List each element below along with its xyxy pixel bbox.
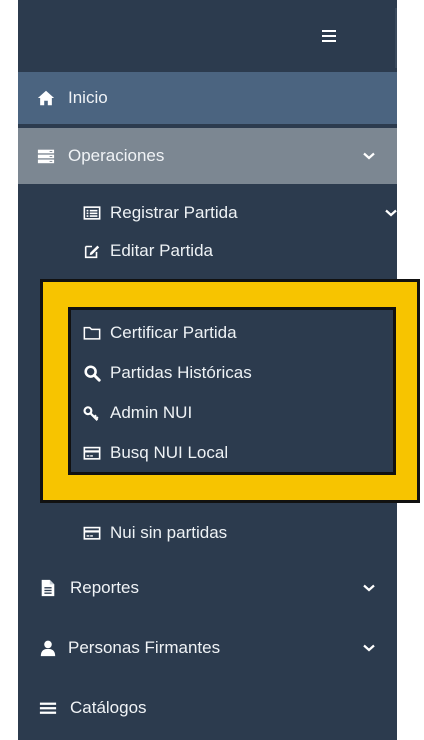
hamburger-icon[interactable] [322, 30, 336, 42]
search-icon [82, 363, 102, 383]
folder-open-icon [82, 323, 102, 343]
server-icon [36, 146, 56, 166]
submenu-nui-sin-partidas[interactable]: Nui sin partidas [82, 520, 227, 546]
submenu-label: Certificar Partida [110, 323, 237, 342]
submenu-label: Registrar Partida [110, 203, 238, 222]
sidebar-item-catalogos[interactable]: Catálogos [18, 688, 397, 728]
sidebar-item-label: Personas Firmantes [68, 638, 221, 657]
sidebar-item-label: Operaciones [68, 146, 165, 165]
edit-icon [82, 241, 102, 261]
submenu-certificar-partida[interactable]: Certificar Partida [82, 320, 237, 346]
submenu-label: Admin NUI [110, 403, 193, 422]
home-icon [36, 88, 56, 108]
list-icon [38, 698, 58, 718]
sidebar-item-label: Inicio [68, 88, 108, 107]
sidebar-item-inicio[interactable]: Inicio [18, 72, 397, 124]
user-icon [38, 638, 58, 658]
file-icon [38, 578, 58, 598]
submenu-label: Busq NUI Local [110, 443, 229, 462]
list-alt-icon [82, 203, 102, 223]
sidebar-item-personas-firmantes[interactable]: Personas Firmantes [18, 628, 397, 668]
submenu-label: Nui sin partidas [110, 523, 228, 542]
sidebar-item-operaciones[interactable]: Operaciones [18, 128, 397, 184]
sidebar-item-reportes[interactable]: Reportes [18, 568, 397, 608]
submenu-label: Partidas Históricas [110, 363, 252, 382]
chevron-down-icon [363, 584, 375, 592]
sidebar-item-label: Reportes [70, 578, 139, 597]
submenu-partidas-historicas[interactable]: Partidas Históricas [82, 360, 252, 386]
credit-card-icon [82, 523, 102, 543]
sidebar-header [18, 0, 397, 72]
submenu-admin-nui[interactable]: Admin NUI [82, 400, 192, 426]
header-divider [395, 8, 397, 68]
sidebar-item-label: Catálogos [70, 698, 147, 717]
chevron-down-icon [363, 152, 375, 160]
submenu-busq-nui-local[interactable]: Busq NUI Local [82, 440, 228, 466]
submenu-editar-partida[interactable]: Editar Partida [82, 238, 213, 264]
submenu-registrar-partida[interactable]: Registrar Partida [82, 200, 397, 226]
key-icon [82, 403, 102, 423]
submenu-label: Editar Partida [110, 241, 213, 260]
chevron-down-icon [385, 209, 397, 217]
chevron-down-icon [363, 644, 375, 652]
credit-card-icon [82, 443, 102, 463]
